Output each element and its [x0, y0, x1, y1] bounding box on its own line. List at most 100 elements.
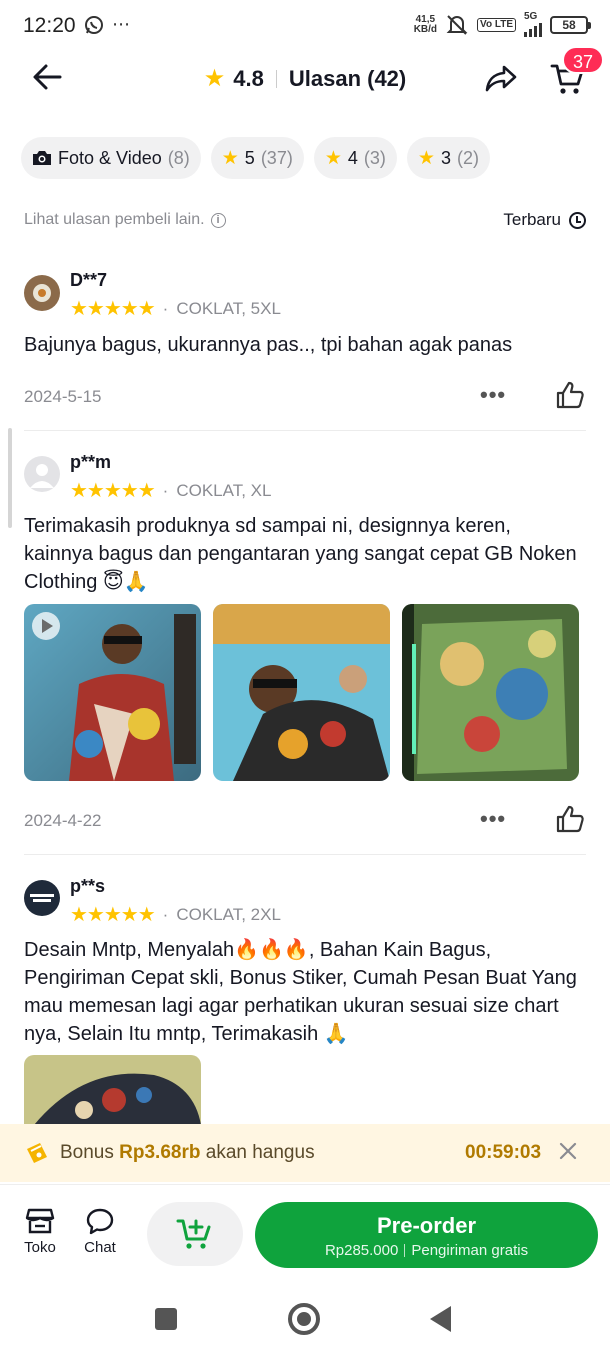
home-icon[interactable] — [288, 1303, 320, 1335]
signal-icon — [524, 21, 542, 37]
bonus-suffix: akan hangus — [205, 1142, 315, 1163]
bonus-banner: Bonus Rp3.68rb akan hangus 00:59:03 — [0, 1124, 610, 1182]
recent-apps-icon[interactable] — [155, 1308, 177, 1330]
status-bar: 12:20 ⋯ 41,5 KB/d Vo LTE 5G 58 — [0, 0, 610, 52]
clock-icon — [569, 211, 586, 229]
signal-group: 5G — [524, 12, 542, 37]
star-icon: ★ — [324, 147, 342, 169]
mute-icon — [446, 14, 468, 35]
divider — [24, 854, 586, 855]
play-icon — [32, 612, 60, 640]
divider — [24, 430, 586, 431]
shop-button[interactable]: Toko — [15, 1207, 65, 1256]
battery-icon: 58 — [550, 15, 591, 34]
star-icon: ★ — [221, 147, 239, 169]
filter-count: (37) — [260, 147, 293, 168]
review-photo-thumbnail[interactable] — [213, 604, 390, 781]
status-left-icons: ⋯ — [84, 14, 130, 35]
camera-icon — [33, 151, 51, 165]
review-date: 2024-4-22 — [24, 811, 102, 830]
preorder-subtitle: Rp285.000 Pengiriman gratis — [255, 1242, 598, 1259]
add-to-cart-button[interactable] — [147, 1202, 243, 1266]
avatar[interactable] — [24, 456, 60, 492]
status-time: 12:20 — [23, 14, 76, 37]
coupon-icon — [27, 1143, 47, 1163]
rating-stars: ★★★★★ — [70, 298, 156, 320]
more-notifications-icon: ⋯ — [112, 14, 130, 34]
whatsapp-icon — [85, 15, 103, 34]
filter-label: 5 — [244, 147, 255, 168]
bonus-text: Bonus Rp3.68rb akan hangus — [60, 1142, 315, 1164]
filter-3-star[interactable]: ★ 3 (2) — [406, 137, 490, 179]
reviewer-name: D**7 — [70, 270, 108, 290]
meta-separator: · — [162, 480, 169, 500]
system-nav-bar — [0, 1280, 610, 1356]
scroll-indicator[interactable] — [8, 428, 12, 528]
sort-button[interactable]: Terbaru — [503, 210, 586, 230]
avatar[interactable] — [24, 880, 60, 916]
review-meta: ★★★★★ · COKLAT, 5XL — [70, 296, 281, 321]
preorder-button[interactable]: Pre-order Rp285.000 Pengiriman gratis — [255, 1202, 598, 1268]
free-shipping-label: Pengiriman gratis — [411, 1242, 529, 1259]
filter-photo-video[interactable]: Foto & Video (8) — [21, 137, 201, 179]
filter-count: (2) — [456, 147, 479, 168]
star-icon: ★ — [417, 147, 435, 169]
meta-separator: · — [162, 298, 169, 318]
rating-stars: ★★★★★ — [70, 480, 156, 502]
reviewer-name: p**m — [70, 452, 112, 472]
review-photo-thumbnail[interactable] — [24, 1055, 201, 1125]
filter-label: Foto & Video — [58, 147, 162, 168]
close-icon[interactable] — [556, 1139, 580, 1163]
avatar[interactable] — [24, 275, 60, 311]
rating-star-icon: ★ — [203, 65, 226, 92]
reviews-title: Ulasan (42) — [288, 65, 407, 91]
preorder-price: Rp285.000 — [324, 1242, 399, 1259]
page-title: ★ 4.8 Ulasan (42) — [0, 64, 610, 93]
info-icon[interactable]: i — [210, 212, 226, 228]
shop-icon — [25, 1208, 55, 1234]
sort-label: Terbaru — [503, 210, 561, 229]
battery-level: 58 — [562, 17, 576, 32]
review-meta: ★★★★★ · COKLAT, XL — [70, 478, 271, 503]
review-text: Terimakasih produknya sd sampai ni, desi… — [24, 515, 577, 593]
chat-icon — [86, 1208, 114, 1235]
thumbs-up-icon[interactable] — [555, 380, 585, 410]
filter-label: 3 — [440, 147, 451, 168]
filter-label: 4 — [347, 147, 358, 168]
bottom-action-bar: Toko Chat Pre-order Rp285.000 Pengiriman… — [0, 1184, 610, 1280]
review-photo-thumbnail[interactable] — [402, 604, 579, 781]
chat-button[interactable]: Chat — [75, 1207, 125, 1256]
filter-count: (8) — [167, 147, 190, 168]
status-right-icons: 41,5 KB/d Vo LTE 5G 58 — [413, 12, 591, 37]
hint-label: Lihat ulasan pembeli lain. — [24, 211, 205, 228]
add-cart-icon — [176, 1219, 211, 1249]
more-options-icon[interactable]: ••• — [480, 808, 508, 834]
share-icon[interactable] — [484, 62, 518, 94]
filter-5-star[interactable]: ★ 5 (37) — [210, 137, 304, 179]
average-rating: 4.8 — [233, 65, 264, 91]
variant-label: COKLAT, XL — [176, 480, 272, 500]
hint-text: Lihat ulasan pembeli lain. i — [24, 211, 226, 229]
net-speed-value: 41,5 — [415, 13, 436, 25]
filter-4-star[interactable]: ★ 4 (3) — [313, 137, 397, 179]
bonus-prefix: Bonus — [60, 1142, 114, 1163]
review-date: 2024-5-15 — [24, 387, 102, 406]
review-video-thumbnail[interactable] — [24, 604, 201, 781]
subtitle-divider — [404, 1244, 406, 1257]
bonus-amount: Rp3.68rb — [119, 1142, 201, 1163]
cart-count-badge: 37 — [562, 46, 604, 74]
filter-count: (3) — [363, 147, 386, 168]
review-meta: ★★★★★ · COKLAT, 2XL — [70, 902, 281, 927]
thumbs-up-icon[interactable] — [555, 804, 585, 834]
rating-stars: ★★★★★ — [70, 904, 156, 926]
filter-chips: Foto & Video (8) ★ 5 (37) ★ 4 (3) ★ 3 (2… — [21, 137, 490, 179]
chat-label: Chat — [84, 1239, 116, 1256]
network-type: 5G — [524, 11, 538, 22]
review-text: Bajunya bagus, ukurannya pas.., tpi baha… — [24, 334, 513, 356]
title-divider — [275, 69, 277, 88]
more-options-icon[interactable]: ••• — [480, 384, 508, 410]
variant-label: COKLAT, 2XL — [176, 904, 281, 924]
system-back-icon[interactable] — [430, 1306, 451, 1332]
net-speed-unit: KB/d — [413, 23, 438, 35]
volte-icon: Vo LTE — [477, 17, 516, 32]
